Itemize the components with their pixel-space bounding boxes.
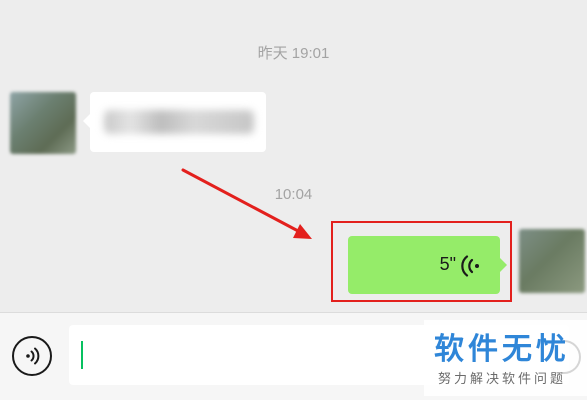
user-avatar[interactable] bbox=[519, 229, 585, 293]
timestamp: 10:04 bbox=[274, 186, 313, 203]
voice-message-bubble[interactable]: 5" bbox=[348, 236, 507, 294]
watermark: 软件无忧 努力解决软件问题 bbox=[424, 320, 587, 396]
text-caret bbox=[81, 341, 83, 369]
watermark-title: 软件无忧 bbox=[434, 333, 570, 366]
watermark-subtitle: 努力解决软件问题 bbox=[438, 371, 567, 386]
timestamp: 昨天 19:01 bbox=[257, 45, 330, 62]
chat-area: 昨天 19:01 10:04 5" bbox=[0, 0, 587, 312]
voice-wave-icon bbox=[461, 255, 479, 277]
blurred-message-text bbox=[104, 110, 254, 134]
voice-mode-icon[interactable] bbox=[12, 336, 52, 376]
voice-duration: 5" bbox=[439, 254, 456, 274]
contact-avatar[interactable] bbox=[10, 92, 76, 154]
incoming-message-bubble[interactable] bbox=[83, 92, 266, 152]
